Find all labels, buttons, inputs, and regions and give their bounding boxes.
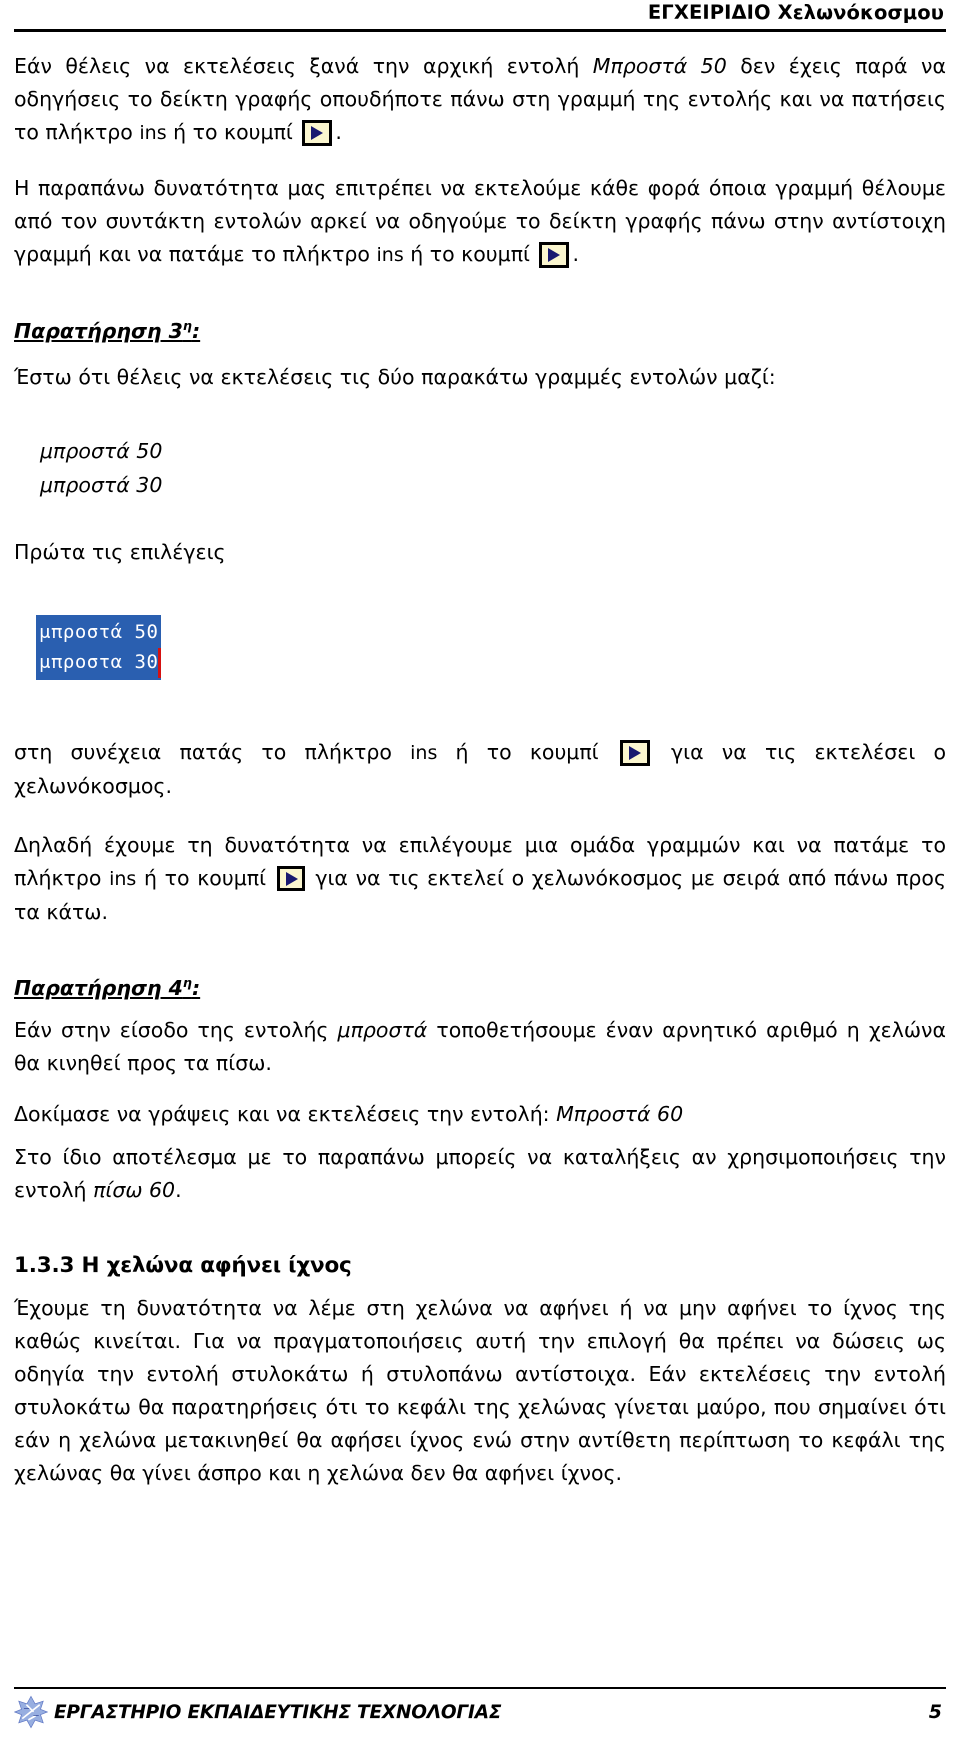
observation-4-heading: Παρατήρηση 4η: xyxy=(14,975,200,1000)
editor-selected-row-2: μπροστα 30 xyxy=(39,651,159,674)
observation-3-intro: Έστω ότι θέλεις να εκτελέσεις τις δύο πα… xyxy=(14,365,776,390)
paragraph-run-any-line: Η παραπάνω δυνατότητα μας επιτρέπει να ε… xyxy=(14,172,946,272)
p6-text-a: Δοκίμασε να γράψεις και να εκτελέσεις τη… xyxy=(14,1102,557,1127)
editor-selected-row-1: μπροστά 50 xyxy=(39,621,159,644)
p2-text-b: ή το κουμπί xyxy=(403,242,537,267)
play-triangle-icon xyxy=(311,126,324,141)
footer-divider xyxy=(14,1687,946,1689)
code-line-2: μπροστά 30 xyxy=(40,473,163,498)
observation-3-label: Παρατήρηση 3 xyxy=(14,319,183,344)
observation-3-heading: Παρατήρηση 3η: xyxy=(14,318,200,343)
paragraph-try-command: Δοκίμασε να γράψεις και να εκτελέσεις τη… xyxy=(14,1098,946,1131)
paragraph-repeat-command: Εάν θέλεις να εκτελέσεις ξανά την αρχική… xyxy=(14,50,946,150)
observation-4-label: Παρατήρηση 4 xyxy=(14,976,183,1001)
run-button-icon[interactable] xyxy=(619,740,650,767)
p1-command-name: Μπροστά 50 xyxy=(592,54,727,79)
p5-command-name: μπροστά xyxy=(337,1018,428,1043)
document-page: ΕΓΧΕΙΡΙΔΙΟ Χελωνόκοσμου Εάν θέλεις να εκ… xyxy=(0,0,960,1745)
observation-4-colon: : xyxy=(191,976,201,1001)
section-heading-1-3-3: 1.3.3 Η χελώνα αφήνει ίχνος xyxy=(14,1253,352,1279)
p1-text-c: ή το κουμπί xyxy=(166,120,300,145)
observation-3-colon: : xyxy=(191,319,201,344)
run-button-icon[interactable] xyxy=(302,120,333,147)
run-button-icon[interactable] xyxy=(539,242,570,269)
play-triangle-icon xyxy=(548,248,561,263)
observation-3-ordinal: η xyxy=(182,318,192,334)
editor-selection-screenshot: μπροστά 50 μπροστα 30 xyxy=(36,615,162,681)
text-caret xyxy=(158,648,162,679)
p2-text-c: . xyxy=(572,242,580,267)
p2-key-ins: ins xyxy=(376,244,404,267)
p7-command-name: πίσω 60 xyxy=(93,1178,176,1203)
p4-text-b: ή το κουμπί xyxy=(136,866,274,891)
p4-key-ins: ins xyxy=(109,868,137,891)
footer-page-number: 5 xyxy=(928,1701,942,1723)
run-button-icon[interactable] xyxy=(276,866,305,892)
p6-command-name: Μπροστά 60 xyxy=(556,1102,684,1127)
p3-key-ins: ins xyxy=(410,742,438,765)
observation-4-ordinal: η xyxy=(182,975,192,991)
paragraph-press-ins-to-run: στη συνέχεια πατάς το πλήκτρο ins ή το κ… xyxy=(14,736,946,803)
lab-logo-icon xyxy=(14,1695,48,1729)
play-triangle-icon xyxy=(285,872,298,887)
paragraph-negative-number: Εάν στην είσοδο της εντολής μπροστά τοπο… xyxy=(14,1014,946,1080)
observation-3-heading-wrap: Παρατήρηση 3η: xyxy=(14,318,946,343)
p7-text-b: . xyxy=(175,1178,182,1203)
p3-text-a: στη συνέχεια πατάς το πλήκτρο xyxy=(14,740,411,765)
play-triangle-icon xyxy=(628,746,641,761)
p3-text-b: ή το κουμπί xyxy=(437,740,617,765)
p1-text-a: Εάν θέλεις να εκτελέσεις ξανά την αρχική… xyxy=(14,54,593,79)
footer-lab-name: ΕΡΓΑΣΤΗΡΙΟ ΕΚΠΑΙΔΕΥΤΙΚΗΣ ΤΕΧΝΟΛΟΓΙΑΣ xyxy=(54,1701,502,1723)
p1-text-d: . xyxy=(335,120,342,145)
paragraph-group-execution: Δηλαδή έχουμε τη δυνατότητα να επιλέγουμ… xyxy=(14,829,946,929)
p1-key-ins: ins xyxy=(139,122,167,145)
select-hint-text: Πρώτα τις επιλέγεις xyxy=(14,540,226,565)
header-title: ΕΓΧΕΙΡΙΔΙΟ Χελωνόκοσμου xyxy=(647,1,944,24)
editor-selection-block[interactable]: μπροστά 50 μπροστα 30 xyxy=(36,615,162,681)
p5-text-a: Εάν στην είσοδο της εντολής xyxy=(14,1018,338,1043)
page-header: ΕΓΧΕΙΡΙΔΙΟ Χελωνόκοσμου xyxy=(14,0,946,24)
page-footer: ΕΡΓΑΣΤΗΡΙΟ ΕΚΠΑΙΔΕΥΤΙΚΗΣ ΤΕΧΝΟΛΟΓΙΑΣ 5 xyxy=(14,1687,946,1729)
paragraph-same-result: Στο ίδιο αποτέλεσμα με το παραπάνω μπορε… xyxy=(14,1141,946,1207)
code-line-1: μπροστά 50 xyxy=(40,439,163,464)
observation-4-heading-wrap: Παρατήρηση 4η: xyxy=(14,975,946,1000)
paragraph-pen-up-down: Έχουμε τη δυνατότητα να λέμε στη χελώνα … xyxy=(14,1296,946,1486)
